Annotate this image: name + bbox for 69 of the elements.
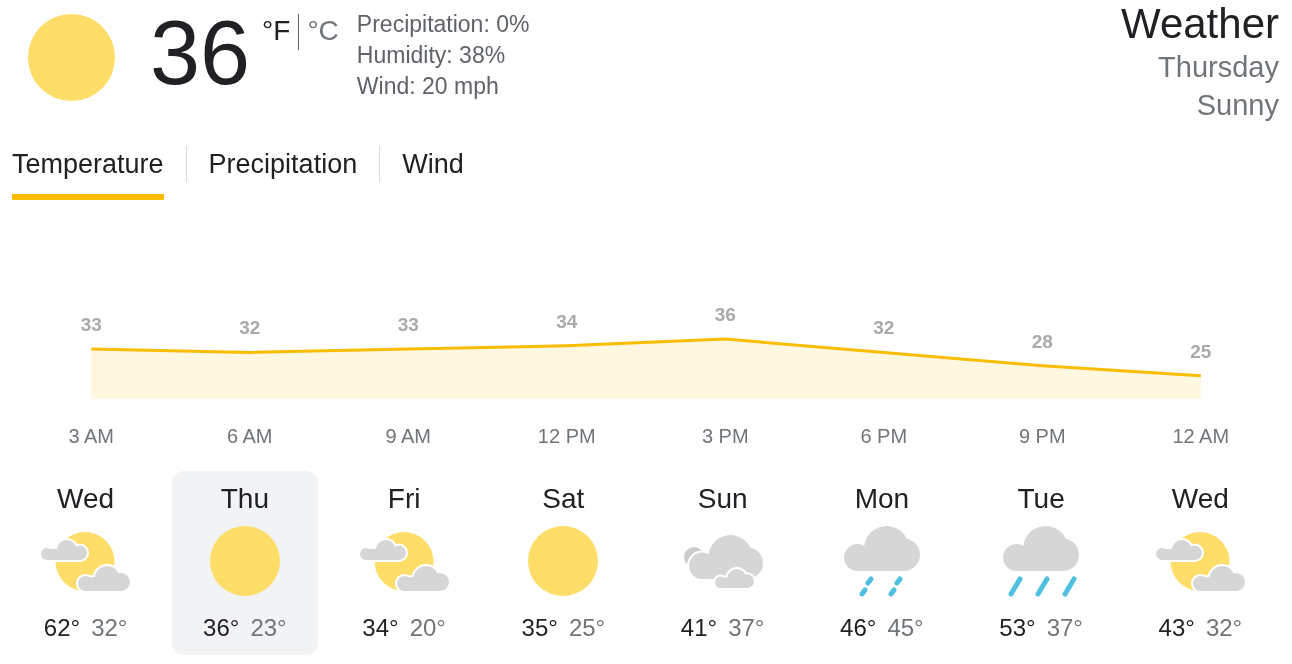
day-card[interactable]: Sun 41° 37°	[650, 471, 796, 655]
high-temperature: 41°	[680, 614, 718, 642]
condition-text: Sunny	[1195, 88, 1279, 123]
data-label: 34	[556, 310, 578, 332]
low-temperature: 45°	[887, 614, 924, 642]
day-card[interactable]: Wed 62° 32°	[13, 471, 159, 655]
data-label: 25	[1190, 340, 1212, 362]
chart-tab[interactable]: Precipitation	[208, 146, 358, 200]
high-temperature: 53°	[999, 614, 1036, 642]
sun-and-clouds-icon	[359, 531, 449, 591]
widget-title: Weather	[1121, 0, 1279, 48]
rain-cloud-icon	[843, 525, 920, 597]
high-temperature: 62°	[43, 614, 81, 642]
sun-icon	[209, 526, 280, 596]
high-temperature: 43°	[1158, 614, 1195, 642]
data-label: 32	[239, 317, 261, 339]
time-label: 12 AM	[1172, 425, 1230, 447]
high-temperature: 34°	[362, 614, 399, 642]
data-label: 36	[714, 304, 736, 326]
data-label: 33	[397, 314, 419, 336]
day-card[interactable]: Fri 34° 20°	[331, 471, 477, 655]
high-temperature: 36°	[203, 614, 240, 642]
low-temperature: 23°	[250, 614, 287, 642]
time-label: 6 AM	[226, 425, 273, 447]
day-name: Sat	[542, 483, 585, 515]
low-temperature: 37°	[1046, 614, 1083, 642]
day-name: Wed	[57, 483, 115, 515]
sun-icon	[528, 526, 599, 596]
day-name: Fri	[387, 483, 421, 515]
time-label: 3 PM	[701, 425, 749, 447]
data-label: 28	[1031, 330, 1053, 352]
time-label: 3 AM	[68, 425, 115, 447]
low-temperature: 25°	[568, 614, 606, 642]
low-temperature: 20°	[409, 614, 446, 642]
day-name: Thu	[220, 483, 269, 515]
chart-tab[interactable]: Wind	[402, 146, 464, 200]
unit-option[interactable]: °F	[262, 15, 291, 47]
day-name: Mon	[854, 483, 910, 515]
day-name: Tue	[1017, 483, 1065, 515]
current-temperature: 36	[150, 8, 251, 98]
day-card[interactable]: Tue 53° 37°	[968, 471, 1114, 655]
day-card[interactable]: Thu 36° 23°	[172, 471, 318, 655]
day-name: Wed	[1171, 483, 1229, 515]
sun-icon	[28, 14, 115, 101]
time-label: 9 AM	[385, 425, 432, 447]
sun-and-clouds-icon	[1155, 531, 1245, 591]
chart-tab[interactable]: Temperature	[12, 146, 164, 200]
day-name: Sun	[697, 483, 748, 515]
data-label: 32	[873, 317, 895, 339]
weather-detail: Precipitation: 0%	[356, 10, 530, 39]
high-temperature: 35°	[521, 614, 558, 642]
time-label: 9 PM	[1018, 425, 1066, 447]
day-card[interactable]: Sat 35° 25°	[490, 471, 636, 655]
current-day: Thursday	[1121, 48, 1279, 86]
weather-detail: Humidity: 38%	[356, 41, 507, 70]
clouds-icon	[682, 534, 763, 588]
day-card[interactable]: Wed 43° 32°	[1127, 471, 1273, 655]
time-label: 6 PM	[860, 425, 908, 447]
time-label: 12 PM	[537, 425, 596, 447]
weather-detail: Wind: 20 mph	[356, 72, 500, 101]
low-temperature: 32°	[1205, 614, 1243, 642]
low-temperature: 32°	[91, 614, 128, 642]
low-temperature: 37°	[728, 614, 765, 642]
unit-option[interactable]: °C	[307, 15, 339, 47]
day-card[interactable]: Mon 46° 45°	[809, 471, 955, 655]
data-label: 33	[80, 314, 102, 336]
high-temperature: 46°	[840, 614, 877, 642]
rain-cloud-icon	[1003, 525, 1080, 597]
sun-and-clouds-icon	[41, 531, 131, 591]
